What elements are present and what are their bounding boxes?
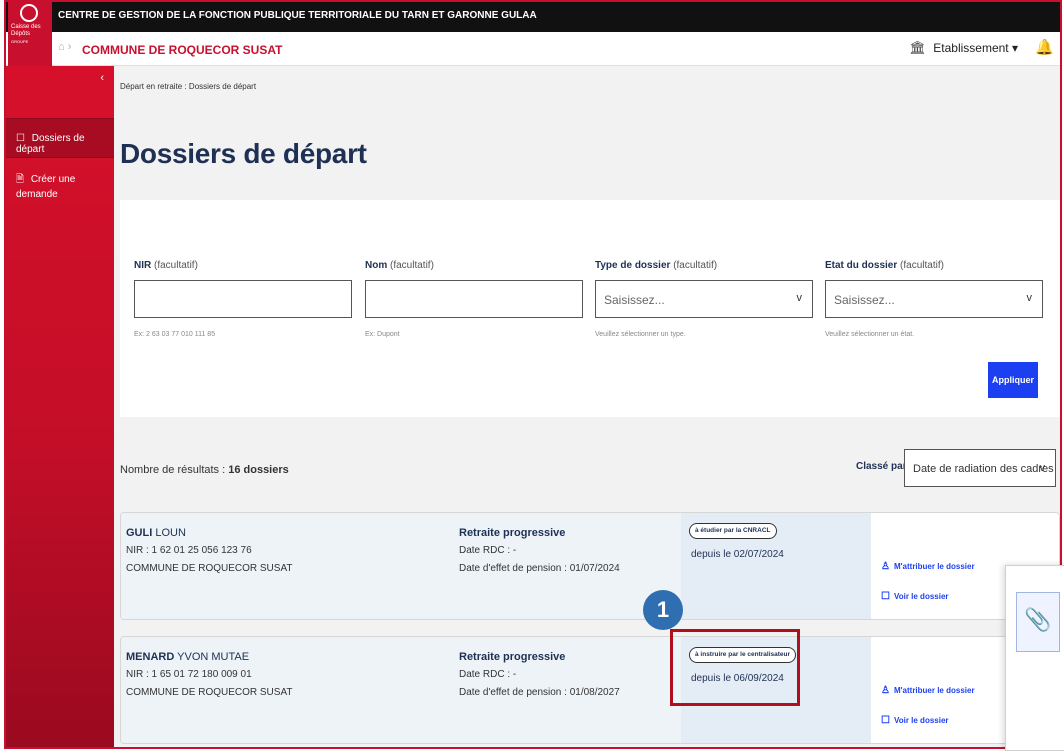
dossier-date-rdc: Date RDC : - [459,545,517,556]
bell-icon[interactable]: 🔔 [1035,38,1054,56]
nir-input[interactable] [134,280,352,318]
etat-dossier-select[interactable]: Saisissez... v [825,280,1043,318]
etat-dossier-placeholder: Saisissez... [834,293,895,307]
dossier-name: MENARD YVON MUTAE [126,651,250,663]
attachments-side-panel: 📎 [1005,565,1064,751]
logo-emblem-icon [20,4,38,22]
sort-select[interactable]: Date de radiation des cadres v [904,449,1056,487]
dossier-nir: NIR : 1 65 01 72 180 009 01 [126,669,252,680]
folder-icon: ☐ [881,591,890,602]
folder-icon: ☐ [16,133,25,144]
filter-panel: NIR (facultatif) Ex: 2 63 03 77 010 111 … [120,200,1060,417]
dossier-name: GULI LOUN [126,527,186,539]
logo-subtext: GROUPE [11,39,29,44]
chevron-down-icon: v [1026,292,1033,304]
document-icon: 🗎 [16,174,25,185]
breadcrumb: Départ en retraite : Dossiers de départ [120,82,257,91]
home-icon[interactable]: ⌂ › [58,41,71,53]
nom-input[interactable] [365,280,583,318]
dossier-commune: COMMUNE DE ROQUECOR SUSAT [126,563,293,574]
type-dossier-label: Type de dossier (facultatif) [595,260,718,271]
sub-header: ⌂ › COMMUNE DE ROQUECOR SUSAT 🏛 Etabliss… [6,32,1060,66]
etablissement-menu[interactable]: 🏛 Etablissement ▾ [909,40,1018,56]
dossier-type: Retraite progressive [459,651,566,663]
chevron-down-icon: v [796,292,803,304]
dossier-type: Retraite progressive [459,527,566,539]
paperclip-icon[interactable]: 📎 [1016,592,1060,652]
dossier-card: GULI LOUN NIR : 1 62 01 25 056 123 76 CO… [120,512,1060,620]
app-frame: CENTRE DE GESTION DE LA FONCTION PUBLIQU… [4,0,1062,749]
page-title: Dossiers de départ [120,138,367,169]
view-dossier-link[interactable]: ☐ Voir le dossier [881,591,949,602]
sidebar-item-label: Dossiers de départ [16,133,85,155]
results-count: Nombre de résultats : 16 dossiers [120,464,289,476]
type-dossier-hint: Veuillez sélectionner un type. [595,331,686,338]
user-icon: ♙ [881,685,890,696]
folder-icon: ☐ [881,715,890,726]
collapse-sidebar-button[interactable]: ‹ [100,72,104,84]
etat-dossier-hint: Veuillez sélectionner un état. [825,331,915,338]
apply-button[interactable]: Appliquer [988,362,1038,398]
status-since: depuis le 02/07/2024 [691,549,784,560]
dossier-date-effet: Date d'effet de pension : 01/07/2024 [459,563,620,574]
sidebar: ‹ ☐ Dossiers de départ 🗎 Créer une deman… [6,66,114,747]
sidebar-item-creer-demande[interactable]: 🗎 Créer une demande [6,158,114,200]
assign-dossier-link[interactable]: ♙ M'attribuer le dossier [881,561,975,572]
dossier-card: MENARD YVON MUTAE NIR : 1 65 01 72 180 0… [120,636,1060,744]
etablissement-label: Etablissement ▾ [933,41,1018,55]
assign-dossier-link[interactable]: ♙ M'attribuer le dossier [881,685,975,696]
nir-label: NIR (facultatif) [134,260,198,271]
user-icon: ♙ [881,561,890,572]
status-highlight-box [670,629,800,706]
sort-label: Classé par [856,461,907,472]
commune-title[interactable]: COMMUNE DE ROQUECOR SUSAT [82,43,282,57]
dossier-nir: NIR : 1 62 01 25 056 123 76 [126,545,252,556]
nom-hint: Ex: Dupont [365,331,400,338]
dossier-date-effet: Date d'effet de pension : 01/08/2027 [459,687,620,698]
etat-dossier-label: Etat du dossier (facultatif) [825,260,944,271]
sidebar-item-dossiers[interactable]: ☐ Dossiers de départ [6,118,114,158]
step-marker: 1 [643,590,683,630]
type-dossier-placeholder: Saisissez... [604,293,665,307]
org-title: CENTRE DE GESTION DE LA FONCTION PUBLIQU… [58,10,537,21]
sort-value: Date de radiation des cadres [913,463,1054,475]
chevron-down-icon: v [1039,462,1046,474]
status-badge: à étudier par la CNRACL [689,523,777,539]
dossier-date-rdc: Date RDC : - [459,669,517,680]
nom-label: Nom (facultatif) [365,260,434,271]
caisse-logo: Caisse des Dépôts GROUPE [8,2,52,66]
type-dossier-select[interactable]: Saisissez... v [595,280,813,318]
sidebar-item-label: Créer une demande [16,174,76,200]
top-bar: CENTRE DE GESTION DE LA FONCTION PUBLIQU… [6,2,1060,32]
nir-hint: Ex: 2 63 03 77 010 111 85 [134,331,216,338]
building-icon: 🏛 [909,40,926,55]
dossier-commune: COMMUNE DE ROQUECOR SUSAT [126,687,293,698]
view-dossier-link[interactable]: ☐ Voir le dossier [881,715,949,726]
logo-text: Caisse des Dépôts [11,24,41,37]
